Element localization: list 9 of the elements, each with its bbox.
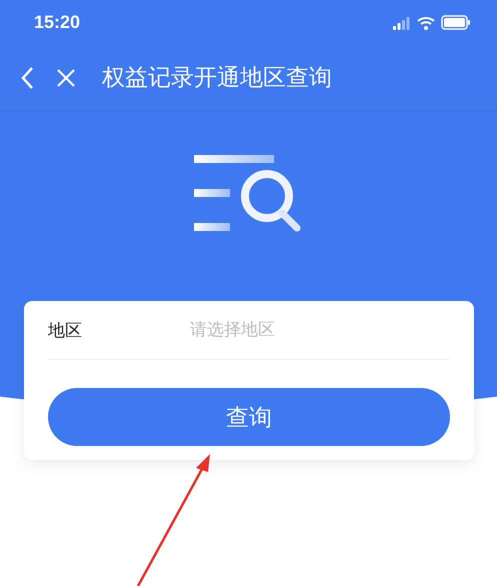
wifi-icon xyxy=(417,16,435,30)
signal-icon xyxy=(393,16,411,30)
region-label: 地区 xyxy=(48,320,83,342)
query-button[interactable]: 查询 xyxy=(48,388,450,446)
battery-icon xyxy=(441,15,471,30)
status-time: 15:20 xyxy=(34,12,80,33)
close-icon[interactable] xyxy=(56,68,76,88)
page-title: 权益记录开通地区查询 xyxy=(102,64,332,93)
back-icon[interactable] xyxy=(20,66,34,90)
